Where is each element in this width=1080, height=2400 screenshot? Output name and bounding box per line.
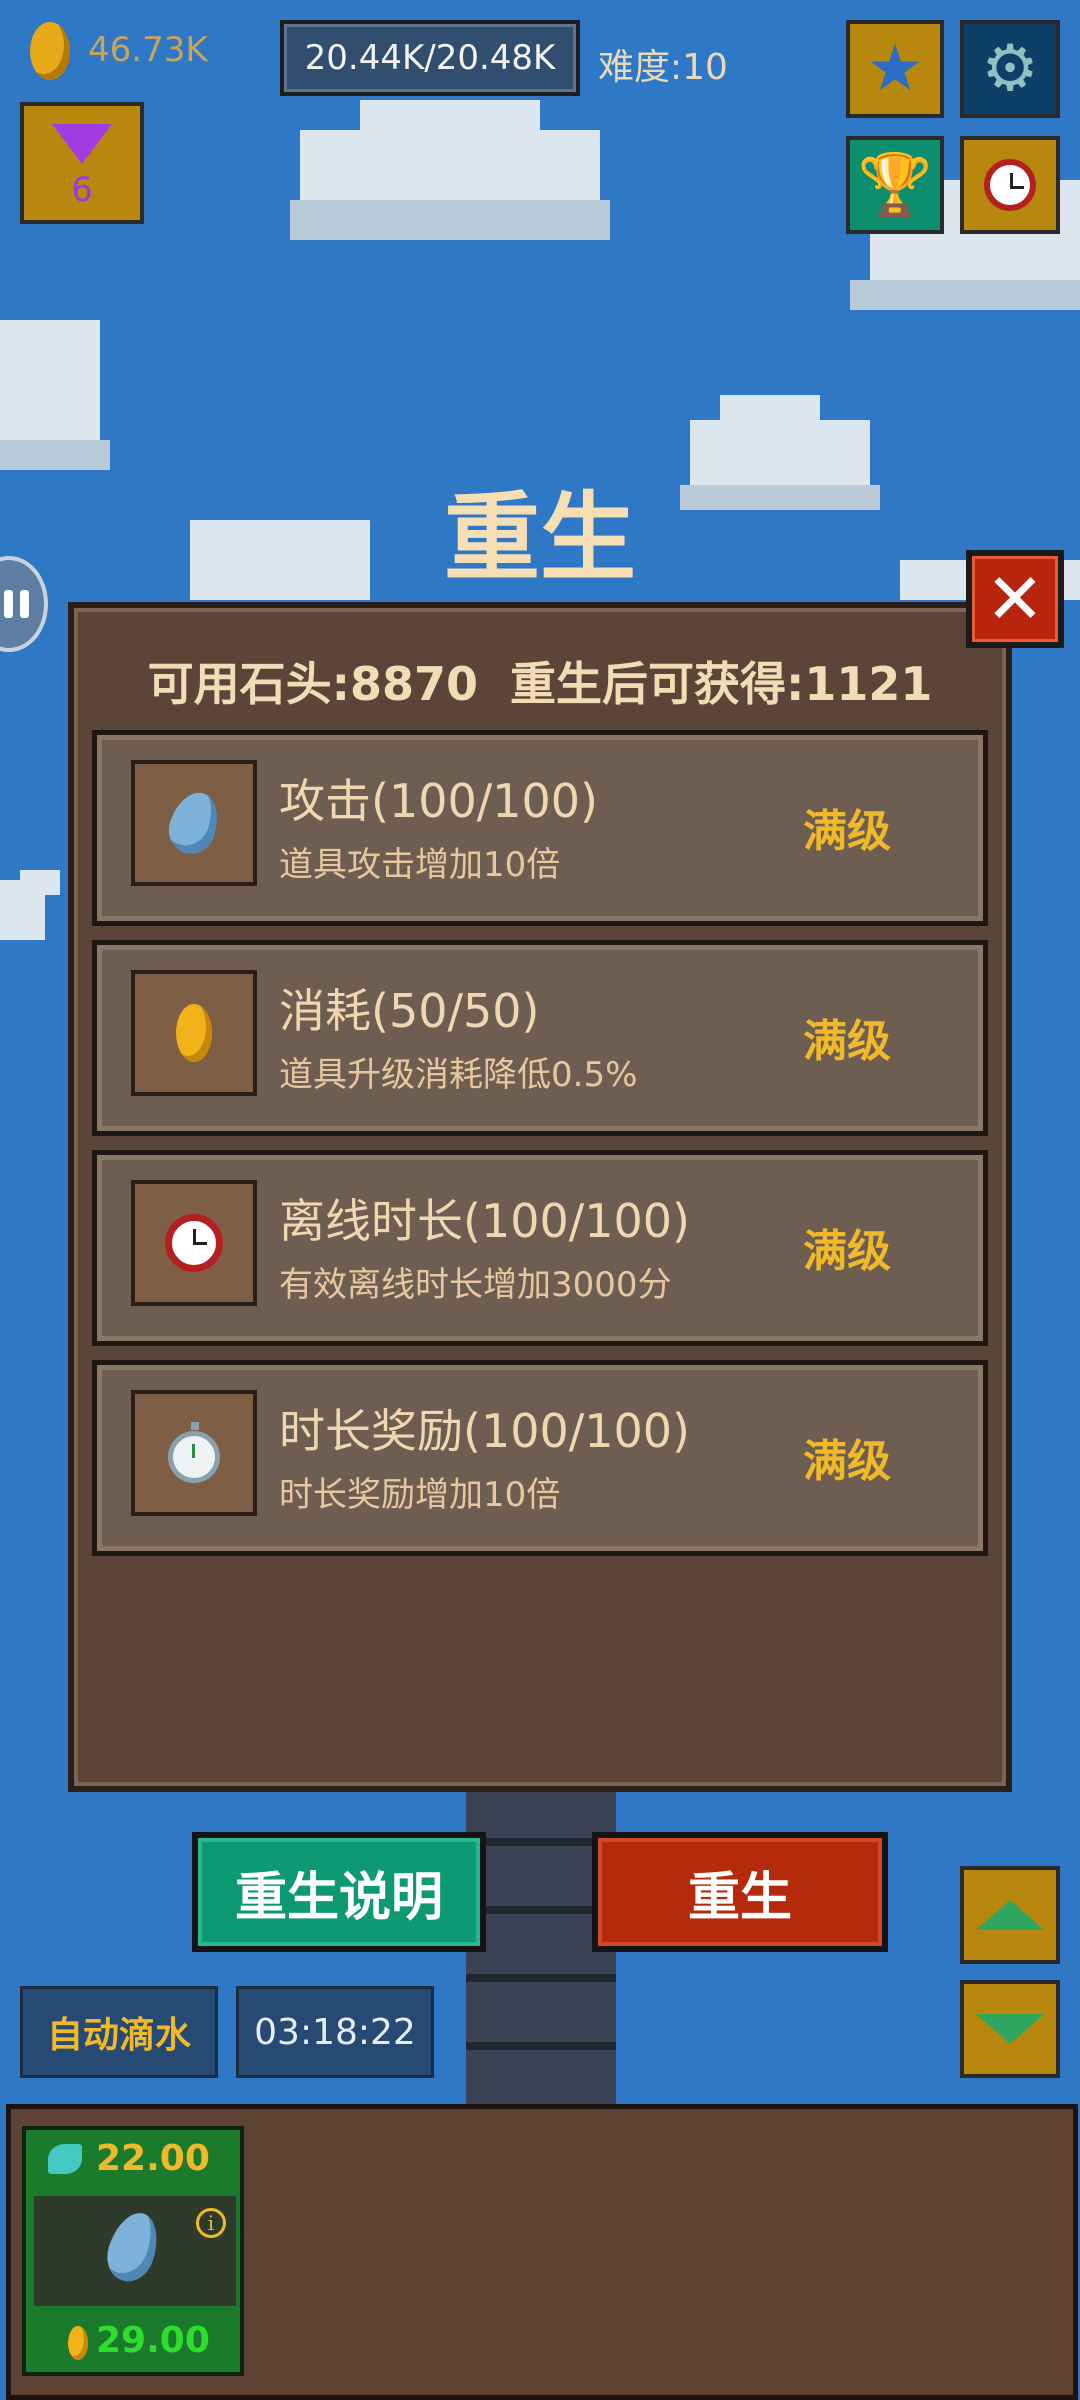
settings-button[interactable]: ⚙ [960,20,1060,118]
favorites-button[interactable]: ★ [846,20,944,118]
cloud [290,200,610,240]
rebirth-explain-button[interactable]: 重生说明 [192,1832,486,1952]
cloud [360,100,540,150]
stopwatch-icon [168,1422,220,1483]
item-attack-value: 22.00 [96,2138,210,2179]
water-drop-icon [162,786,226,860]
upgrade-status: 满级 [803,1436,891,1487]
scroll-up-button[interactable] [960,1866,1060,1964]
cloud [720,395,820,435]
alarm-clock-icon [165,1214,223,1272]
upgrade-icon-frame [131,760,257,886]
upgrade-title: 攻击(100/100) [279,774,598,828]
upgrade-title: 消耗(50/50) [279,984,540,1038]
gem-count: 6 [71,170,93,210]
info-icon[interactable]: i [196,2208,226,2238]
difficulty-label: 难度:10 [598,47,728,88]
gem-icon [52,124,112,164]
coin-icon [30,22,70,80]
rebirth-button[interactable]: 重生 [592,1832,888,1952]
upgrade-icon-frame [131,970,257,1096]
clock-button[interactable] [960,136,1060,234]
coin-count: 46.73K [88,30,208,70]
upgrade-status: 满级 [803,1226,891,1277]
arrow-down-icon [976,2014,1044,2044]
cloud [20,870,60,895]
auto-drip-label: 自动滴水 [46,2015,191,2056]
timer-text: 03:18:22 [254,2011,416,2053]
close-icon: ✕ [985,558,1045,640]
star-icon: ★ [866,32,924,106]
rebirth-explain-label: 重生说明 [234,1867,443,1928]
upgrade-title: 时长奖励(100/100) [279,1404,690,1458]
trophy-icon: 🏆 [857,150,933,220]
trophy-button[interactable]: 🏆 [846,136,944,234]
upgrade-row-attack: 攻击(100/100) 道具攻击增加10倍 满级 [92,730,988,926]
upgrade-desc: 时长奖励增加10倍 [279,1475,561,1515]
arrow-up-icon [976,1900,1044,1930]
rebirth-label: 重生 [687,1867,792,1928]
upgrade-title: 离线时长(100/100) [279,1194,690,1248]
upgrade-row-time-reward: 时长奖励(100/100) 时长奖励增加10倍 满级 [92,1360,988,1556]
auto-drip-button[interactable]: 自动滴水 [20,1986,218,2078]
gold-coin-icon [68,2326,88,2360]
upgrade-icon-frame [131,1180,257,1306]
upgrade-desc: 道具升级消耗降低0.5% [279,1055,638,1095]
upgrade-row-cost: 消耗(50/50) 道具升级消耗降低0.5% 满级 [92,940,988,1136]
rebirth-info: 可用石头:8870 重生后可获得:1121 [147,657,933,711]
attack-icon [48,2144,82,2174]
dialog-title: 重生 [444,482,636,594]
hp-text: 20.44K/20.48K [304,38,556,78]
upgrade-row-offline: 离线时长(100/100) 有效离线时长增加3000分 满级 [92,1150,988,1346]
scroll-down-button[interactable] [960,1980,1060,2078]
hp-bar: 20.44K/20.48K [280,20,580,96]
item-card[interactable]: 22.00 i 29.00 [22,2126,244,2376]
cloud [0,320,100,460]
upgrade-status: 满级 [803,1016,891,1067]
gear-icon: ⚙ [981,32,1039,106]
gold-coin-icon [176,1004,212,1062]
item-preview: i [34,2196,236,2306]
upgrade-desc: 道具攻击增加10倍 [279,845,561,885]
cloud [850,280,1080,310]
timer-display: 03:18:22 [236,1986,434,2078]
gem-button[interactable]: 6 [20,102,144,224]
item-cost-value: 29.00 [96,2320,210,2361]
upgrade-status: 满级 [803,806,891,857]
close-button[interactable]: ✕ [966,550,1064,648]
upgrade-desc: 有效离线时长增加3000分 [279,1265,672,1305]
upgrade-icon-frame [131,1390,257,1516]
water-drop-icon [100,2206,166,2288]
alarm-clock-icon [984,159,1036,211]
